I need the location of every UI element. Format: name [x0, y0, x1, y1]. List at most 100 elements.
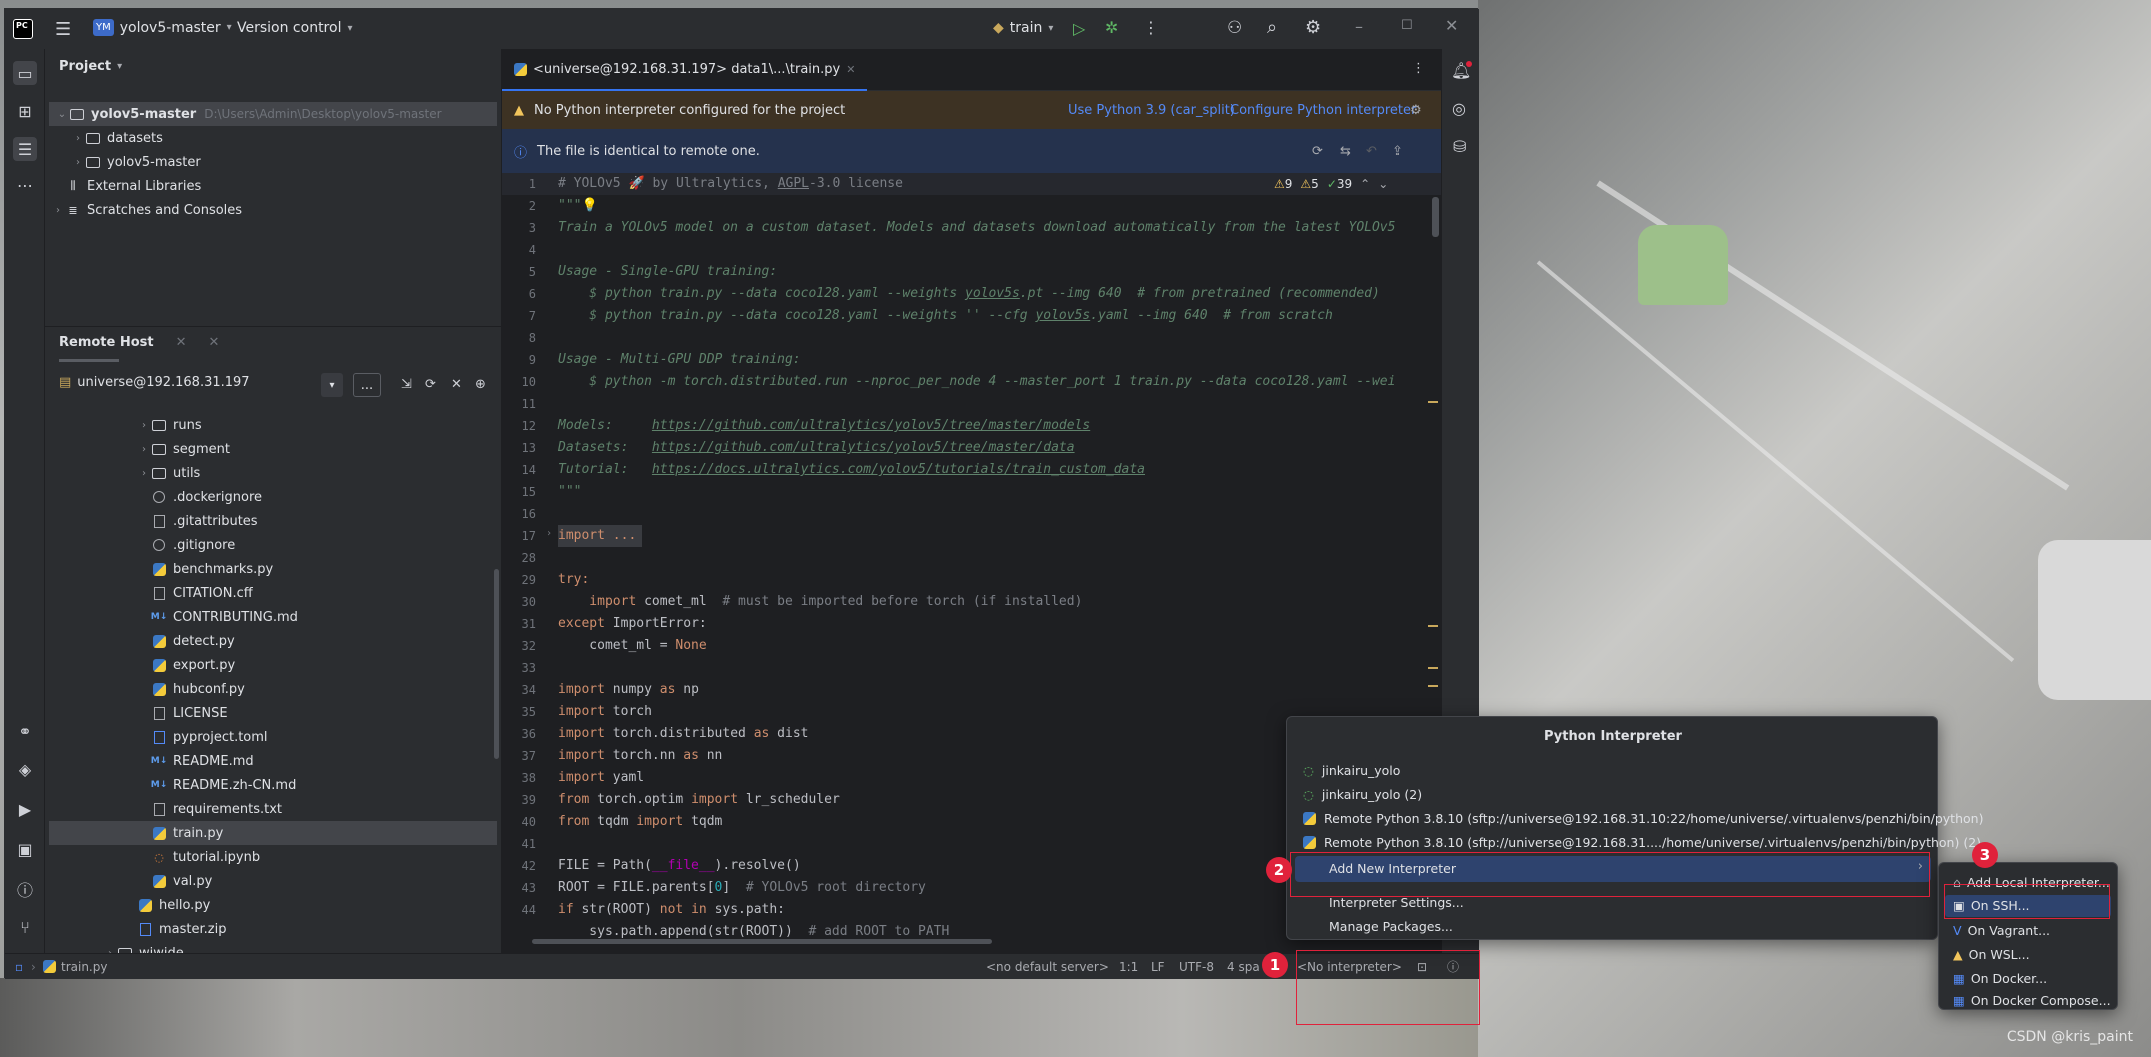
- tree-item[interactable]: ⫼ External Libraries: [45, 174, 201, 198]
- remote-file-item[interactable]: export.py: [45, 653, 235, 677]
- submenu-item[interactable]: ▦ On Docker Compose...: [1953, 989, 2111, 1011]
- sync-icon[interactable]: ⟳: [425, 377, 436, 392]
- tree-root[interactable]: ⌄ yolov5-master D:\Users\Admin\Desktop\y…: [49, 102, 497, 126]
- remote-file-item[interactable]: val.py: [45, 869, 212, 893]
- models-link[interactable]: https://github.com/ultralytics/yolov5/tr…: [652, 418, 1090, 433]
- remote-file-item[interactable]: CITATION.cff: [45, 581, 253, 605]
- tree-item[interactable]: › ≣ Scratches and Consoles: [45, 198, 242, 222]
- tree-item[interactable]: › yolov5-master: [45, 150, 201, 174]
- browse-button[interactable]: ...: [353, 373, 381, 397]
- remote-file-item[interactable]: › segment: [45, 437, 230, 461]
- line-separator[interactable]: LF: [1151, 960, 1165, 974]
- sync-icon[interactable]: ⟳: [1312, 144, 1323, 159]
- remote-file-item[interactable]: M↓ README.md: [45, 749, 254, 773]
- run-config-selector[interactable]: ◆ train ▾: [993, 20, 1053, 36]
- remote-file-item[interactable]: requirements.txt: [45, 797, 282, 821]
- remote-file-item[interactable]: detect.py: [45, 629, 235, 653]
- fold-icon[interactable]: ›: [546, 528, 552, 539]
- more-tools-icon[interactable]: ⋯: [13, 173, 37, 197]
- remote-file-item[interactable]: › utils: [45, 461, 200, 485]
- remote-file-item[interactable]: M↓ README.zh-CN.md: [45, 773, 297, 797]
- remote-file-item[interactable]: pyproject.toml: [45, 725, 268, 749]
- remote-file-item[interactable]: hubconf.py: [45, 677, 245, 701]
- remote-file-item[interactable]: master.zip: [45, 917, 226, 941]
- scrollbar[interactable]: [494, 569, 499, 759]
- python-packages-icon[interactable]: ⚭: [13, 719, 37, 743]
- code-line-17[interactable]: import ...: [558, 528, 636, 543]
- file-encoding[interactable]: UTF-8: [1179, 960, 1214, 974]
- tab-options-icon[interactable]: ⋮: [1412, 61, 1425, 76]
- close-icon[interactable]: ✕: [451, 377, 462, 392]
- remote-host-selector[interactable]: ▤ universe@192.168.31.197: [59, 375, 250, 390]
- horizontal-scrollbar[interactable]: [532, 939, 992, 944]
- close-icon[interactable]: ✕: [1445, 16, 1458, 35]
- problems-icon[interactable]: ⓘ: [13, 877, 37, 901]
- interpreter-option[interactable]: Remote Python 3.8.10 (sftp://universe@19…: [1303, 807, 1983, 829]
- breadcrumb[interactable]: train.py: [43, 960, 107, 974]
- remote-file-item[interactable]: LICENSE: [45, 701, 228, 725]
- more-actions-icon[interactable]: ⋮: [1143, 18, 1159, 37]
- datasets-link[interactable]: https://github.com/ultralytics/yolov5/tr…: [652, 440, 1075, 455]
- upload-icon[interactable]: ⇪: [1392, 144, 1403, 159]
- compare-icon[interactable]: ⇆: [1340, 144, 1351, 159]
- locate-icon[interactable]: ⊕: [475, 377, 486, 392]
- project-tool-folder-icon[interactable]: ▭: [13, 61, 37, 85]
- main-menu-icon[interactable]: ☰: [55, 19, 71, 40]
- vcs-menu[interactable]: Version control ▾: [237, 20, 353, 36]
- gear-icon[interactable]: ⚙: [1410, 103, 1422, 118]
- add-user-icon[interactable]: ⚇: [1227, 18, 1242, 38]
- submenu-item[interactable]: ▦ On Docker...: [1953, 967, 2047, 989]
- caret-position[interactable]: 1:1: [1119, 960, 1138, 974]
- use-python-link[interactable]: Use Python 3.9 (car_split): [1068, 103, 1235, 118]
- editor-tab[interactable]: <universe@192.168.31.197> data1\...\trai…: [502, 49, 868, 91]
- remote-file-item[interactable]: .dockerignore: [45, 485, 262, 509]
- terminal-icon[interactable]: ▣: [13, 837, 37, 861]
- close-tab-icon[interactable]: ✕: [846, 63, 855, 76]
- git-icon[interactable]: ⑂: [13, 915, 37, 939]
- search-icon[interactable]: ⌕: [1267, 17, 1277, 38]
- tree-item[interactable]: › datasets: [45, 126, 163, 150]
- remote-file-item[interactable]: ◌ tutorial.ipynb: [45, 845, 260, 869]
- remote-host-icon[interactable]: ☰: [13, 137, 37, 161]
- services-icon[interactable]: ▶: [13, 797, 37, 821]
- inspection-widget[interactable]: ⚠9 ⚠5 ✓39 ⌃ ⌄: [1268, 173, 1395, 195]
- close-tab-icon[interactable]: ✕: [209, 335, 220, 350]
- interpreter-option[interactable]: ◌ jinkairu_yolo: [1303, 759, 1400, 781]
- debug-icon[interactable]: ✲: [1105, 18, 1118, 37]
- tutorial-link[interactable]: https://docs.ultralytics.com/yolov5/tuto…: [652, 462, 1145, 477]
- database-icon[interactable]: ⛁: [1453, 137, 1466, 156]
- deployment-server[interactable]: <no default server>: [986, 960, 1109, 974]
- ai-assistant-icon[interactable]: ◎: [1452, 99, 1466, 118]
- layers-icon[interactable]: ◈: [13, 757, 37, 781]
- remote-file-item[interactable]: .gitattributes: [45, 509, 258, 533]
- remote-file-item[interactable]: M↓ CONTRIBUTING.md: [45, 605, 298, 629]
- submenu-item[interactable]: V On Vagrant...: [1953, 919, 2050, 941]
- collapse-icon[interactable]: ⇲: [401, 377, 412, 392]
- run-icon[interactable]: ▷: [1073, 19, 1085, 38]
- remote-file-item[interactable]: benchmarks.py: [45, 557, 273, 581]
- revert-icon[interactable]: ↶: [1366, 144, 1377, 159]
- settings-gear-icon[interactable]: ⚙: [1305, 17, 1321, 38]
- module-icon[interactable]: ▫: [15, 960, 23, 974]
- editor-scrollbar[interactable]: [1432, 197, 1439, 237]
- remote-file-item[interactable]: hello.py: [45, 893, 210, 917]
- indent-setting[interactable]: 4 spa: [1227, 960, 1260, 974]
- manage-packages-item[interactable]: Manage Packages...: [1329, 915, 1453, 937]
- maximize-icon[interactable]: ☐: [1401, 18, 1413, 33]
- structure-icon[interactable]: ⊞: [13, 99, 37, 123]
- remote-file-item[interactable]: › runs: [45, 413, 202, 437]
- close-tab-icon[interactable]: ✕: [176, 335, 187, 350]
- remote-file-item[interactable]: .gitignore: [45, 533, 235, 557]
- chevron-up-icon[interactable]: ⌃: [1360, 177, 1370, 191]
- interpreter-option[interactable]: Remote Python 3.8.10 (sftp://universe@19…: [1303, 831, 1981, 853]
- project-switcher[interactable]: YM yolov5-master ▾: [93, 19, 232, 36]
- remote-file-item[interactable]: train.py: [49, 821, 497, 845]
- configure-interpreter-link[interactable]: Configure Python interpreter: [1230, 103, 1416, 118]
- minimize-icon[interactable]: –: [1355, 17, 1363, 36]
- project-panel-header[interactable]: Project ▾: [59, 59, 122, 74]
- breadcrumb-file: train.py: [61, 959, 108, 974]
- chevron-down-icon[interactable]: ⌄: [1378, 177, 1388, 191]
- submenu-item[interactable]: ▲ On WSL...: [1953, 943, 2030, 965]
- chevron-down-icon[interactable]: ▾: [321, 373, 343, 397]
- interpreter-option[interactable]: ◌ jinkairu_yolo (2): [1303, 783, 1422, 805]
